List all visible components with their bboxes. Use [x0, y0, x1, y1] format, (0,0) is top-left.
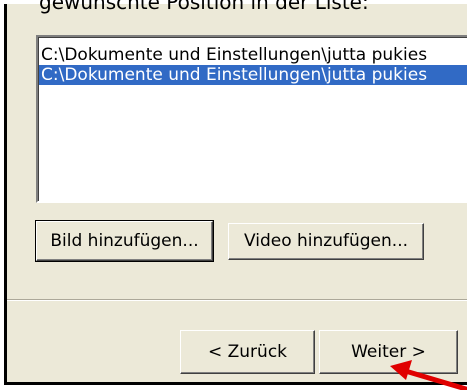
wizard-dialog: gewünschte Position in der Liste: C:\Dok… — [4, 0, 467, 385]
list-item[interactable]: C:\Dokumente und Einstellungen\jutta puk… — [39, 45, 467, 65]
add-video-button[interactable]: Video hinzufügen... — [228, 223, 424, 260]
back-button-label: < Zurück — [207, 342, 288, 362]
add-video-button-label: Video hinzufügen... — [244, 231, 408, 251]
add-image-button-label: Bild hinzufügen... — [50, 231, 199, 251]
add-image-button[interactable]: Bild hinzufügen... — [35, 220, 214, 262]
list-item-selected[interactable]: C:\Dokumente und Einstellungen\jutta puk… — [39, 65, 467, 85]
instruction-label: gewünschte Position in der Liste: — [39, 0, 369, 14]
file-list[interactable]: C:\Dokumente und Einstellungen\jutta puk… — [36, 35, 467, 203]
annotation-arrow-icon — [390, 360, 467, 390]
back-button[interactable]: < Zurück — [180, 330, 315, 374]
divider — [7, 299, 467, 301]
